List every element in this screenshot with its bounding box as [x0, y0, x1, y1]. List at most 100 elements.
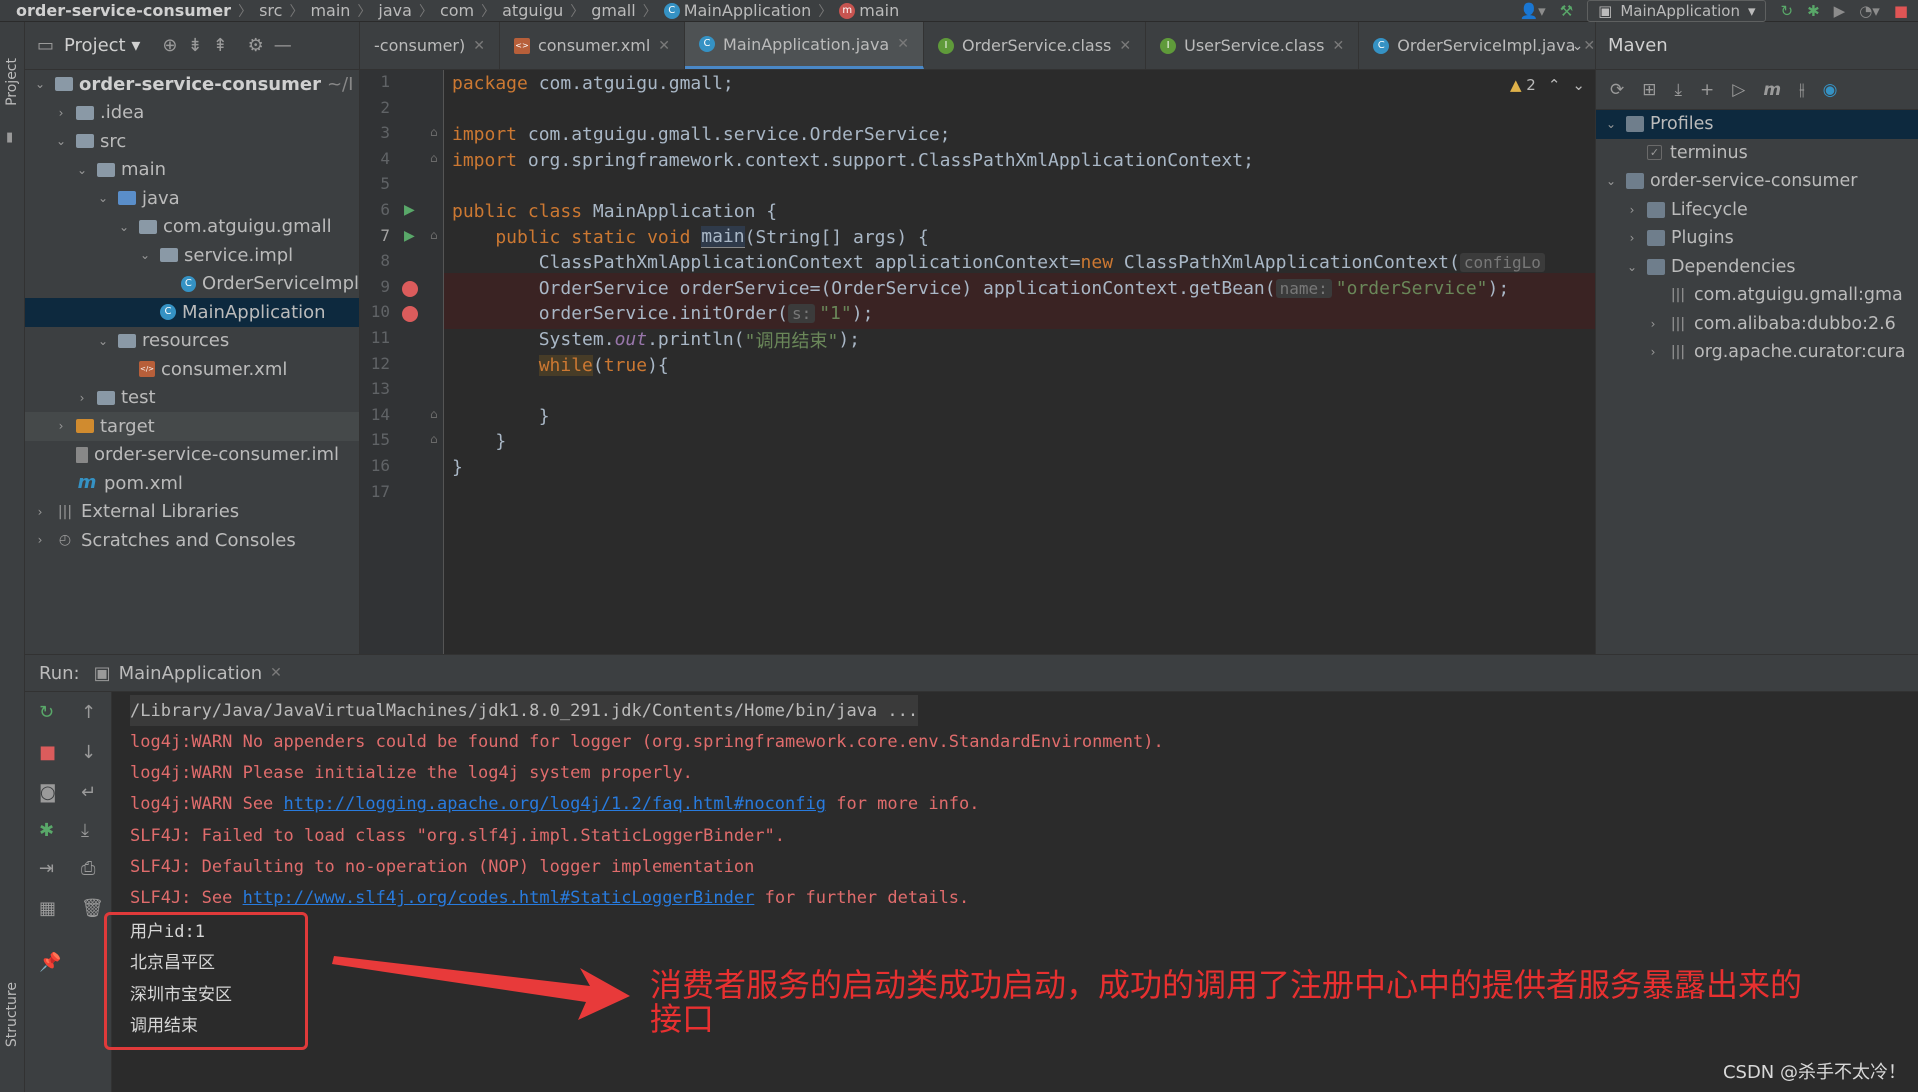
tree-item[interactable]: › test	[25, 384, 359, 413]
console-link[interactable]: http://www.slf4j.org/codes.html#StaticLo…	[243, 888, 755, 908]
skip-tests-icon[interactable]: ◉	[1823, 80, 1838, 100]
download-icon[interactable]: ⤓	[1675, 80, 1683, 100]
checkbox[interactable]: ✓	[1647, 145, 1662, 161]
chevron-down-icon[interactable]: ⌄	[1625, 260, 1639, 274]
editor-tab[interactable]: C MainApplication.java ✕	[685, 22, 924, 69]
close-icon[interactable]: ✕	[270, 665, 282, 681]
close-icon[interactable]: ✕	[473, 38, 485, 54]
add-icon[interactable]: +	[1700, 80, 1714, 100]
maven-tree-item[interactable]: › ||| org.apache.curator:cura	[1596, 338, 1918, 367]
structure-tool-window-button[interactable]: Structure	[4, 982, 20, 1047]
tree-item[interactable]: ⌄ com.atguigu.gmall	[25, 213, 359, 242]
project-tool-window-button[interactable]: Project	[4, 58, 20, 106]
tree-item[interactable]: ⌄ java	[25, 184, 359, 213]
tree-item[interactable]: ⌄ src	[25, 127, 359, 156]
chevron-down-icon[interactable]: ⌄	[75, 163, 89, 177]
chevron-down-icon[interactable]: ⌄	[96, 191, 110, 205]
chevron-down-icon[interactable]: ⌄	[1604, 174, 1618, 188]
fold-icon[interactable]: ⌂	[430, 407, 438, 421]
editor-tab[interactable]: <> consumer.xml ✕	[500, 22, 686, 69]
maven-tree-item[interactable]: ⌄ Dependencies	[1596, 253, 1918, 282]
camera-icon[interactable]: ◙	[39, 782, 56, 803]
hide-icon[interactable]: —	[274, 35, 292, 56]
run-icon[interactable]: ▷	[1732, 80, 1745, 100]
tree-item[interactable]: › ||| External Libraries	[25, 498, 359, 527]
build-hammer-icon[interactable]: ⚒	[1560, 2, 1573, 20]
arrow-down-icon[interactable]: ↓	[81, 742, 96, 763]
stop-icon[interactable]: ■	[1894, 2, 1908, 20]
chevron-right-icon[interactable]: ›	[33, 533, 47, 547]
print-icon[interactable]: ⎙	[81, 858, 95, 879]
rerun-icon[interactable]: ↻	[39, 702, 54, 723]
chevron-right-icon[interactable]: ›	[54, 419, 68, 433]
maven-tree-item[interactable]: › ||| com.alibaba:dubbo:2.6	[1596, 310, 1918, 339]
expand-all-icon[interactable]: ⇟	[187, 35, 202, 56]
chevron-right-icon[interactable]: ›	[75, 391, 89, 405]
gear-icon[interactable]: ⚙	[248, 35, 264, 56]
locate-icon[interactable]: ⊕	[162, 35, 177, 56]
run-tab[interactable]: ▣ MainApplication ✕	[94, 663, 282, 684]
breadcrumb-item[interactable]: main	[859, 1, 899, 20]
breadcrumb-item[interactable]: main	[310, 1, 350, 20]
breadcrumb-item[interactable]: java	[378, 1, 412, 20]
run-gutter-icon[interactable]: ▶	[404, 228, 415, 244]
breakpoint-icon[interactable]	[402, 306, 418, 323]
stop-icon[interactable]: ■	[39, 742, 56, 763]
maven-tree-item[interactable]: › Plugins	[1596, 224, 1918, 253]
trash-icon[interactable]: 🗑	[81, 898, 104, 919]
chevron-right-icon[interactable]: ›	[1646, 317, 1660, 331]
tree-item[interactable]: ⌄ order-service-consumer ~/I	[25, 70, 359, 99]
user-icon[interactable]: 👤▾	[1519, 2, 1545, 20]
project-view-select[interactable]: Project ▾	[64, 35, 140, 56]
editor-tab[interactable]: -consumer) ✕	[360, 22, 500, 69]
toggle-offline-icon[interactable]: ⫲	[1799, 80, 1805, 100]
tree-item[interactable]: › target	[25, 412, 359, 441]
chevron-down-icon[interactable]: ⌄	[33, 77, 47, 91]
fold-icon[interactable]: ⌂	[430, 228, 438, 242]
tree-item[interactable]: C OrderServiceImpl	[25, 270, 359, 299]
layout-icon[interactable]: ▦	[39, 898, 56, 919]
rerun-icon[interactable]: ↻	[1780, 2, 1793, 20]
chevron-right-icon[interactable]: ›	[54, 106, 68, 120]
collapse-all-icon[interactable]: ⇞	[213, 35, 228, 56]
close-icon[interactable]: ✕	[897, 36, 909, 52]
arrow-up-icon[interactable]: ↑	[81, 702, 96, 723]
fold-icon[interactable]: ⌂	[430, 432, 438, 446]
fold-icon[interactable]: ⌂	[430, 151, 438, 165]
chevron-down-icon[interactable]: ⌄	[1604, 117, 1618, 131]
pin-icon[interactable]: 📌	[39, 952, 61, 973]
tree-item[interactable]: </> consumer.xml	[25, 355, 359, 384]
run-configuration-select[interactable]: ▣ MainApplication ▾	[1587, 0, 1767, 22]
chevron-down-icon[interactable]: ⌄	[1560, 22, 1595, 70]
close-icon[interactable]: ✕	[1119, 38, 1131, 54]
tree-item[interactable]: m pom.xml	[25, 469, 359, 498]
tree-item[interactable]: order-service-consumer.iml	[25, 441, 359, 470]
breakpoint-icon[interactable]	[402, 280, 418, 297]
tree-item[interactable]: › ◴ Scratches and Consoles	[25, 526, 359, 555]
breadcrumb-item[interactable]: com	[440, 1, 474, 20]
console-link[interactable]: http://logging.apache.org/log4j/1.2/faq.…	[284, 794, 826, 814]
close-icon[interactable]: ✕	[1333, 38, 1345, 54]
soft-wrap-icon[interactable]: ↵	[81, 782, 96, 803]
coverage-icon[interactable]: ▶	[1834, 2, 1846, 20]
maven-tree-item[interactable]: ✓ terminus	[1596, 139, 1918, 168]
tree-item[interactable]: › .idea	[25, 99, 359, 128]
run-gutter-icon[interactable]: ▶	[404, 202, 415, 218]
editor-tab[interactable]: I UserService.class ✕	[1146, 22, 1360, 69]
editor-tab[interactable]: I OrderService.class ✕	[924, 22, 1147, 69]
chevron-right-icon[interactable]: ›	[1625, 203, 1639, 217]
breadcrumb-item[interactable]: order-service-consumer	[16, 1, 231, 20]
profile-icon[interactable]: ◔▾	[1859, 2, 1880, 20]
tree-item[interactable]: C MainApplication	[25, 298, 359, 327]
maven-tree-item[interactable]: ⌄ Profiles	[1596, 110, 1918, 139]
debug-icon[interactable]: ✱	[1807, 2, 1820, 20]
code-editor[interactable]: ▲ 2 ⌃ ⌄ package com.atguigu.gmall; import…	[444, 70, 1595, 654]
chevron-right-icon[interactable]: ›	[33, 505, 47, 519]
chevron-down-icon[interactable]: ⌄	[138, 248, 152, 262]
scroll-to-end-icon[interactable]: ⤓	[81, 820, 89, 841]
chevron-down-icon[interactable]: ⌄	[54, 134, 68, 148]
reload-icon[interactable]: ⟳	[1610, 80, 1624, 100]
maven-tree-item[interactable]: ||| com.atguigu.gmall:gma	[1596, 281, 1918, 310]
chevron-down-icon[interactable]: ⌄	[117, 220, 131, 234]
tree-item[interactable]: ⌄ service.impl	[25, 241, 359, 270]
